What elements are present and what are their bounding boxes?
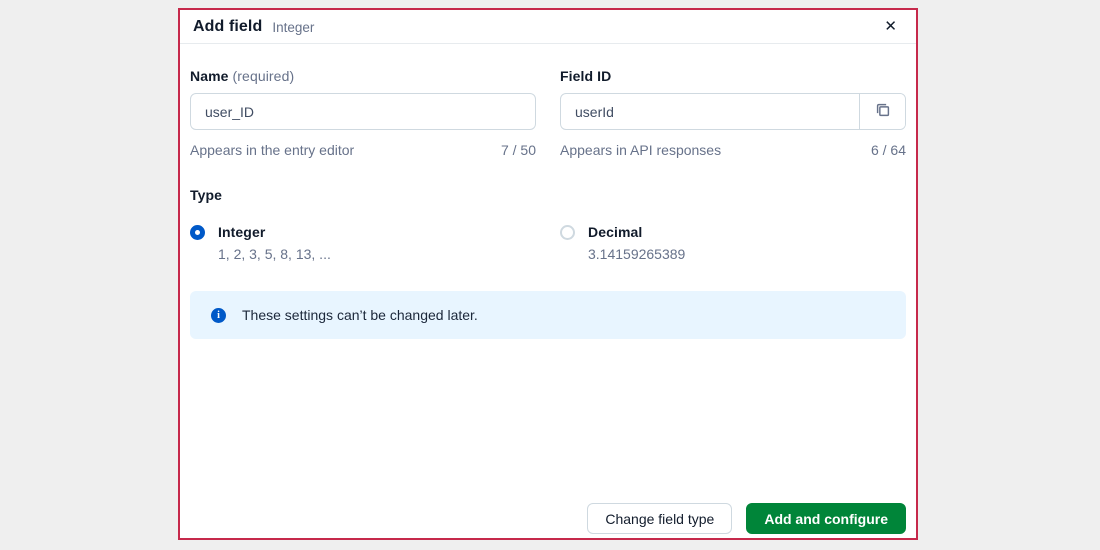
dialog-header: Add field Integer ✕ (180, 10, 916, 44)
settings-notice-banner: i These settings can’t be changed later. (190, 291, 906, 339)
dialog-footer: Change field type Add and configure (587, 503, 906, 534)
integer-radio[interactable] (190, 225, 205, 240)
dialog-body: Name (required) Appears in the entry edi… (180, 44, 916, 339)
field-id-helper-text: Appears in API responses (560, 142, 722, 158)
name-label-text: Name (190, 68, 229, 84)
close-icon[interactable]: ✕ (880, 17, 901, 36)
add-field-dialog: Add field Integer ✕ Name (required) Appe… (178, 8, 918, 540)
decimal-radio-description: 3.14159265389 (588, 246, 686, 262)
type-option-decimal[interactable]: Decimal 3.14159265389 (560, 224, 906, 262)
integer-radio-description: 1, 2, 3, 5, 8, 13, ... (218, 246, 331, 262)
integer-radio-label: Integer (218, 224, 266, 240)
field-id-input-group (560, 93, 906, 130)
field-id-input[interactable] (561, 94, 859, 129)
add-and-configure-button[interactable]: Add and configure (746, 503, 906, 534)
dialog-subtitle: Integer (272, 19, 315, 35)
decimal-radio[interactable] (560, 225, 575, 240)
field-id-label: Field ID (560, 68, 612, 84)
name-input[interactable] (190, 93, 536, 130)
field-id-char-counter: 6 / 64 (870, 142, 906, 158)
name-helper-text: Appears in the entry editor (190, 142, 355, 158)
notice-text: These settings can’t be changed later. (242, 307, 478, 323)
copy-button[interactable] (859, 94, 905, 129)
type-label: Type (190, 187, 223, 203)
type-section: Type Integer 1, 2, 3, 5, 8, 13, ... Deci… (190, 187, 906, 262)
copy-icon (874, 101, 892, 122)
info-icon: i (211, 307, 226, 323)
name-field-group: Name (required) Appears in the entry edi… (190, 68, 536, 158)
type-option-integer[interactable]: Integer 1, 2, 3, 5, 8, 13, ... (190, 224, 536, 262)
name-required-hint: (required) (232, 68, 295, 84)
change-field-type-button[interactable]: Change field type (587, 503, 733, 534)
field-id-group: Field ID Appears in API responses (560, 68, 906, 158)
name-char-counter: 7 / 50 (500, 142, 536, 158)
dialog-title: Add field (193, 17, 263, 35)
decimal-radio-label: Decimal (588, 224, 643, 240)
name-label: Name (required) (190, 68, 536, 84)
